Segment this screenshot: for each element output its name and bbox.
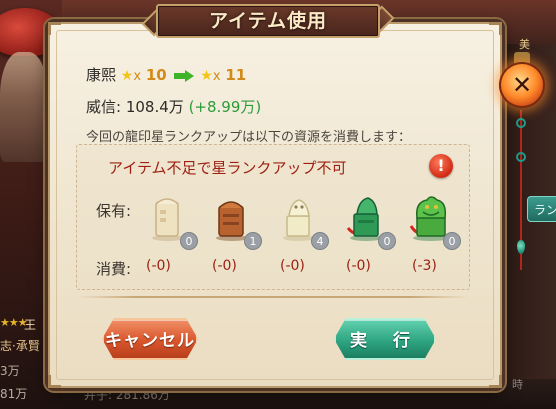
cost-label: 消費: xyxy=(96,260,132,278)
lantern-knot-icon xyxy=(516,152,526,162)
character-portrait xyxy=(0,52,48,162)
dialog-corner xyxy=(489,22,502,35)
star-icon: ★ xyxy=(120,68,134,84)
consume-description: 今回の龍印星ランクアップは以下の資源を消費します： xyxy=(86,130,412,145)
cost-value: (-0) xyxy=(212,258,237,274)
background-stars: ★★★ xyxy=(0,316,28,329)
owned-count: 0 xyxy=(378,232,396,250)
owned-count: 0 xyxy=(443,232,461,250)
background-rank-button: ラン xyxy=(527,196,556,222)
dialog-divider xyxy=(78,296,468,298)
background-character-label: 王 xyxy=(24,318,37,332)
prestige-value: 108.4万 xyxy=(125,98,184,116)
lantern-knot-icon xyxy=(516,118,526,128)
star-icon: ★ xyxy=(200,68,213,84)
cancel-button[interactable]: キャンセル xyxy=(102,318,198,360)
background-time-text: 時 xyxy=(512,378,523,391)
resource-item[interactable]: 0 xyxy=(409,192,461,250)
background-value-2: 81万 xyxy=(0,387,28,401)
warning-icon[interactable]: ! xyxy=(429,154,453,178)
to-rank-value: 11 xyxy=(225,66,247,84)
background-title: 志·承賢 xyxy=(0,339,40,353)
arrow-right-icon xyxy=(173,69,194,82)
cost-value: (-0) xyxy=(146,258,171,274)
rank-line: 康熙 ★x 10 ★x 11 xyxy=(86,64,246,85)
insufficient-warning: アイテム不足で星ランクアップ不可 xyxy=(108,159,347,177)
cost-value: (-0) xyxy=(280,258,305,274)
prestige-line: 威信: 108.4万 (+8.99万) xyxy=(86,96,261,117)
execute-button[interactable]: 実 行 xyxy=(334,318,436,360)
cost-value: (-3) xyxy=(412,258,437,274)
resource-item[interactable]: 4 xyxy=(277,192,329,250)
from-multiplier: x xyxy=(133,69,142,84)
close-button[interactable]: ✕ xyxy=(499,62,545,108)
dialog-corner xyxy=(48,375,61,388)
ruler-name: 康熙 xyxy=(86,66,117,84)
from-rank-value: 10 xyxy=(145,66,167,84)
resource-item[interactable]: 0 xyxy=(146,192,198,250)
resource-item[interactable]: 1 xyxy=(210,192,262,250)
background-value-3: 弁子: 281.86万 xyxy=(84,388,170,402)
dialog-title: アイテム使用 xyxy=(208,10,328,32)
close-icon: ✕ xyxy=(511,71,533,99)
owned-label: 保有: xyxy=(96,202,132,220)
owned-count: 1 xyxy=(244,232,262,250)
prestige-gain: (+8.99万) xyxy=(188,98,262,116)
to-multiplier: x xyxy=(212,69,221,84)
background-value-1: 3万 xyxy=(0,364,20,378)
dialog-corner xyxy=(48,22,61,35)
resource-item[interactable]: 0 xyxy=(344,192,396,250)
dialog-corner xyxy=(489,375,502,388)
cost-value: (-0) xyxy=(346,258,371,274)
background-side-text: 美 xyxy=(519,38,530,51)
owned-count: 0 xyxy=(180,232,198,250)
dialog-title-plate: アイテム使用 xyxy=(141,4,395,38)
owned-count: 4 xyxy=(311,232,329,250)
prestige-label: 威信: xyxy=(86,98,122,116)
